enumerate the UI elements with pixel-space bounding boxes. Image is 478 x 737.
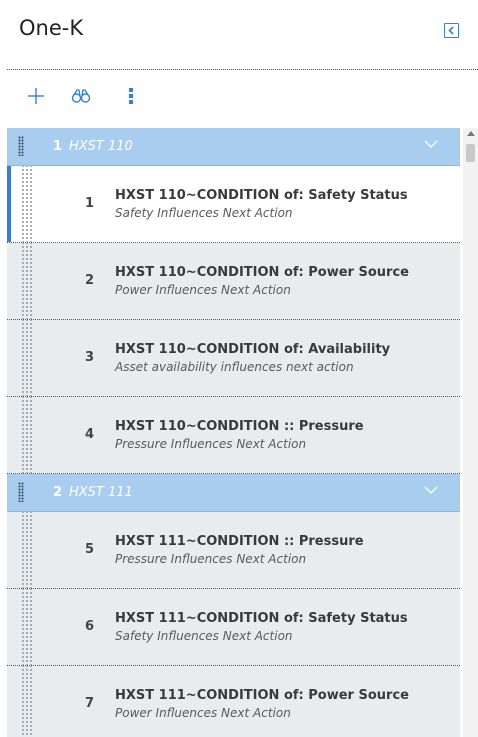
drag-handle-icon[interactable] — [18, 136, 24, 156]
scrollbar[interactable] — [463, 128, 478, 737]
item-subtitle: Power Influences Next Action — [115, 283, 291, 297]
chevron-down-icon[interactable] — [424, 139, 438, 149]
chevron-down-icon[interactable] — [424, 485, 438, 495]
plus-icon — [28, 88, 44, 104]
drag-handle-icon[interactable] — [20, 397, 34, 473]
item-number: 7 — [85, 696, 95, 711]
step-list: 1 HXST 110 1 HXST 110~CONDITION of: Safety … — [7, 128, 460, 737]
item-title: HXST 111~CONDITION :: Pressure — [115, 534, 364, 549]
find-button[interactable] — [71, 86, 91, 106]
item-title: HXST 111~CONDITION of: Power Source — [115, 688, 409, 703]
add-button[interactable] — [26, 86, 46, 106]
list-item[interactable]: 2 HXST 110~CONDITION of: Power Source Powe… — [7, 243, 460, 320]
group-header[interactable]: 1 HXST 110 — [7, 128, 460, 166]
group-number: 2 — [53, 485, 63, 500]
list-item[interactable]: 6 HXST 111~CONDITION of: Safety Status Saf… — [7, 589, 460, 666]
header-divider — [7, 69, 478, 70]
list-item[interactable]: 7 HXST 111~CONDITION of: Power Source Powe… — [7, 666, 460, 737]
more-vertical-icon — [129, 88, 133, 104]
item-subtitle: Safety Influences Next Action — [115, 206, 293, 220]
panel-header: One-K — [0, 0, 478, 78]
item-subtitle: Pressure Influences Next Action — [115, 552, 307, 566]
drag-handle-icon[interactable] — [20, 166, 34, 242]
toolbar — [0, 78, 478, 118]
item-subtitle: Asset availability influences next actio… — [115, 360, 354, 374]
item-title: HXST 110~CONDITION of: Power Source — [115, 265, 409, 280]
group-name: HXST 111 — [69, 485, 133, 500]
list-item[interactable]: 5 HXST 111~CONDITION :: PressurePressure … — [7, 512, 460, 589]
drag-handle-icon[interactable] — [20, 666, 34, 737]
drag-handle-icon[interactable] — [18, 482, 24, 502]
item-subtitle: Safety Influences Next Action — [115, 629, 293, 643]
group-name: HXST 110 — [69, 139, 133, 154]
drag-handle-icon[interactable] — [20, 512, 34, 588]
item-number: 6 — [85, 619, 95, 634]
drag-handle-icon[interactable] — [20, 589, 34, 665]
item-number: 2 — [85, 273, 95, 288]
scroll-thumb[interactable] — [466, 144, 475, 162]
drag-handle-icon[interactable] — [20, 243, 34, 319]
group-number: 1 — [53, 139, 63, 154]
chevron-left-icon — [448, 26, 454, 35]
list-item[interactable]: 4 HXST 110~CONDITION :: PressurePressure … — [7, 397, 460, 474]
item-title: HXST 110~CONDITION of: Safety Status — [115, 188, 408, 203]
selection-indicator — [7, 166, 11, 242]
list-item[interactable]: 1 HXST 110~CONDITION of: Safety Status Saf… — [7, 166, 460, 243]
more-options-button[interactable] — [121, 86, 141, 106]
item-number: 4 — [85, 427, 95, 442]
item-number: 3 — [85, 350, 95, 365]
item-title: HXST 110~CONDITION :: Pressure — [115, 419, 364, 434]
binoculars-icon — [71, 89, 91, 103]
list-item[interactable]: 3 HXST 110~CONDITION of: Availability Asse… — [7, 320, 460, 397]
scroll-up-arrow-icon[interactable] — [467, 131, 475, 136]
collapse-panel-button[interactable] — [444, 23, 459, 38]
item-number: 1 — [85, 196, 95, 211]
item-title: HXST 111~CONDITION of: Safety Status — [115, 611, 408, 626]
page-title: One-K — [19, 16, 84, 40]
item-number: 5 — [85, 542, 95, 557]
item-title: HXST 110~CONDITION of: Availability — [115, 342, 391, 357]
item-subtitle: Pressure Influences Next Action — [115, 437, 307, 451]
item-subtitle: Power Influences Next Action — [115, 706, 291, 720]
drag-handle-icon[interactable] — [20, 320, 34, 396]
group-header[interactable]: 2 HXST 111 — [7, 474, 460, 512]
